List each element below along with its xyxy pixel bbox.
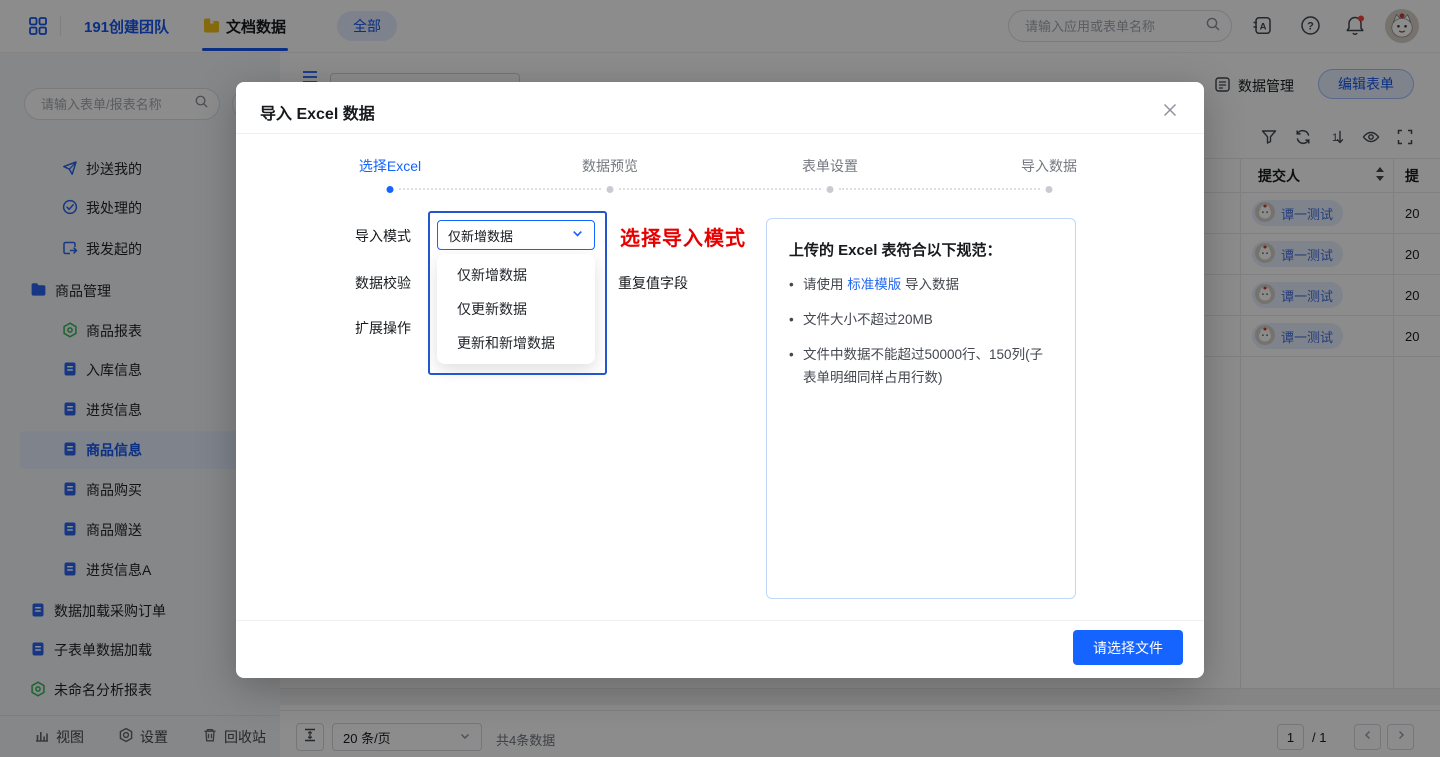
step-connector (839, 188, 1040, 190)
step-connector (619, 188, 821, 190)
standard-template-link[interactable]: 标准模版 (847, 277, 901, 292)
import-mode-select[interactable]: 仅新增数据 (437, 220, 595, 250)
choose-file-button[interactable]: 请选择文件 (1073, 630, 1183, 665)
modal-footer-divider (236, 620, 1204, 621)
close-icon[interactable] (1162, 102, 1178, 123)
rule1-prefix: 请使用 (803, 277, 847, 292)
step-data-preview: 数据预览 (582, 156, 638, 176)
dropdown-option-update-and-add[interactable]: 更新和新增数据 (437, 326, 595, 360)
step-connector (399, 188, 601, 190)
page-root: 191创建团队 文档数据 全部 A ? 抄送我的 我处理的 我发起的 商品管理 … (0, 0, 1440, 757)
dropdown-option-add-only[interactable]: 仅新增数据 (437, 258, 595, 292)
extend-operation-label: 扩展操作 (355, 318, 411, 338)
step-import-data: 导入数据 (1021, 156, 1077, 176)
step-dot (1046, 186, 1053, 193)
excel-spec-panel: 上传的 Excel 表符合以下规范： 请使用 标准模版 导入数据 文件大小不超过… (766, 218, 1076, 599)
step-dot (607, 186, 614, 193)
step-dot-active (387, 186, 394, 193)
step-select-excel: 选择Excel (359, 156, 421, 176)
modal-title: 导入 Excel 数据 (260, 100, 375, 124)
chevron-down-icon (571, 227, 584, 243)
spec-rule-limits: 文件中数据不能超过50000行、150列(子表单明细同样占用行数) (789, 344, 1053, 390)
step-dot (827, 186, 834, 193)
import-mode-label: 导入模式 (355, 226, 411, 246)
dropdown-option-update-only[interactable]: 仅更新数据 (437, 292, 595, 326)
spec-title: 上传的 Excel 表符合以下规范： (789, 239, 1053, 260)
step-form-settings: 表单设置 (802, 156, 858, 176)
spec-rule-template: 请使用 标准模版 导入数据 (789, 274, 1053, 297)
rule1-suffix: 导入数据 (901, 277, 959, 292)
data-check-fragment: 重复值字段 (618, 273, 688, 293)
import-mode-dropdown: 仅新增数据 仅更新数据 更新和新增数据 (437, 254, 595, 364)
data-check-label: 数据校验 (355, 273, 411, 293)
import-mode-value: 仅新增数据 (448, 226, 571, 245)
annotation-text: 选择导入模式 (620, 222, 746, 251)
modal-header-divider (236, 133, 1204, 134)
spec-rule-size: 文件大小不超过20MB (789, 309, 1053, 332)
import-excel-modal: 导入 Excel 数据 选择Excel 数据预览 表单设置 导入数据 导入模式 … (236, 82, 1204, 678)
